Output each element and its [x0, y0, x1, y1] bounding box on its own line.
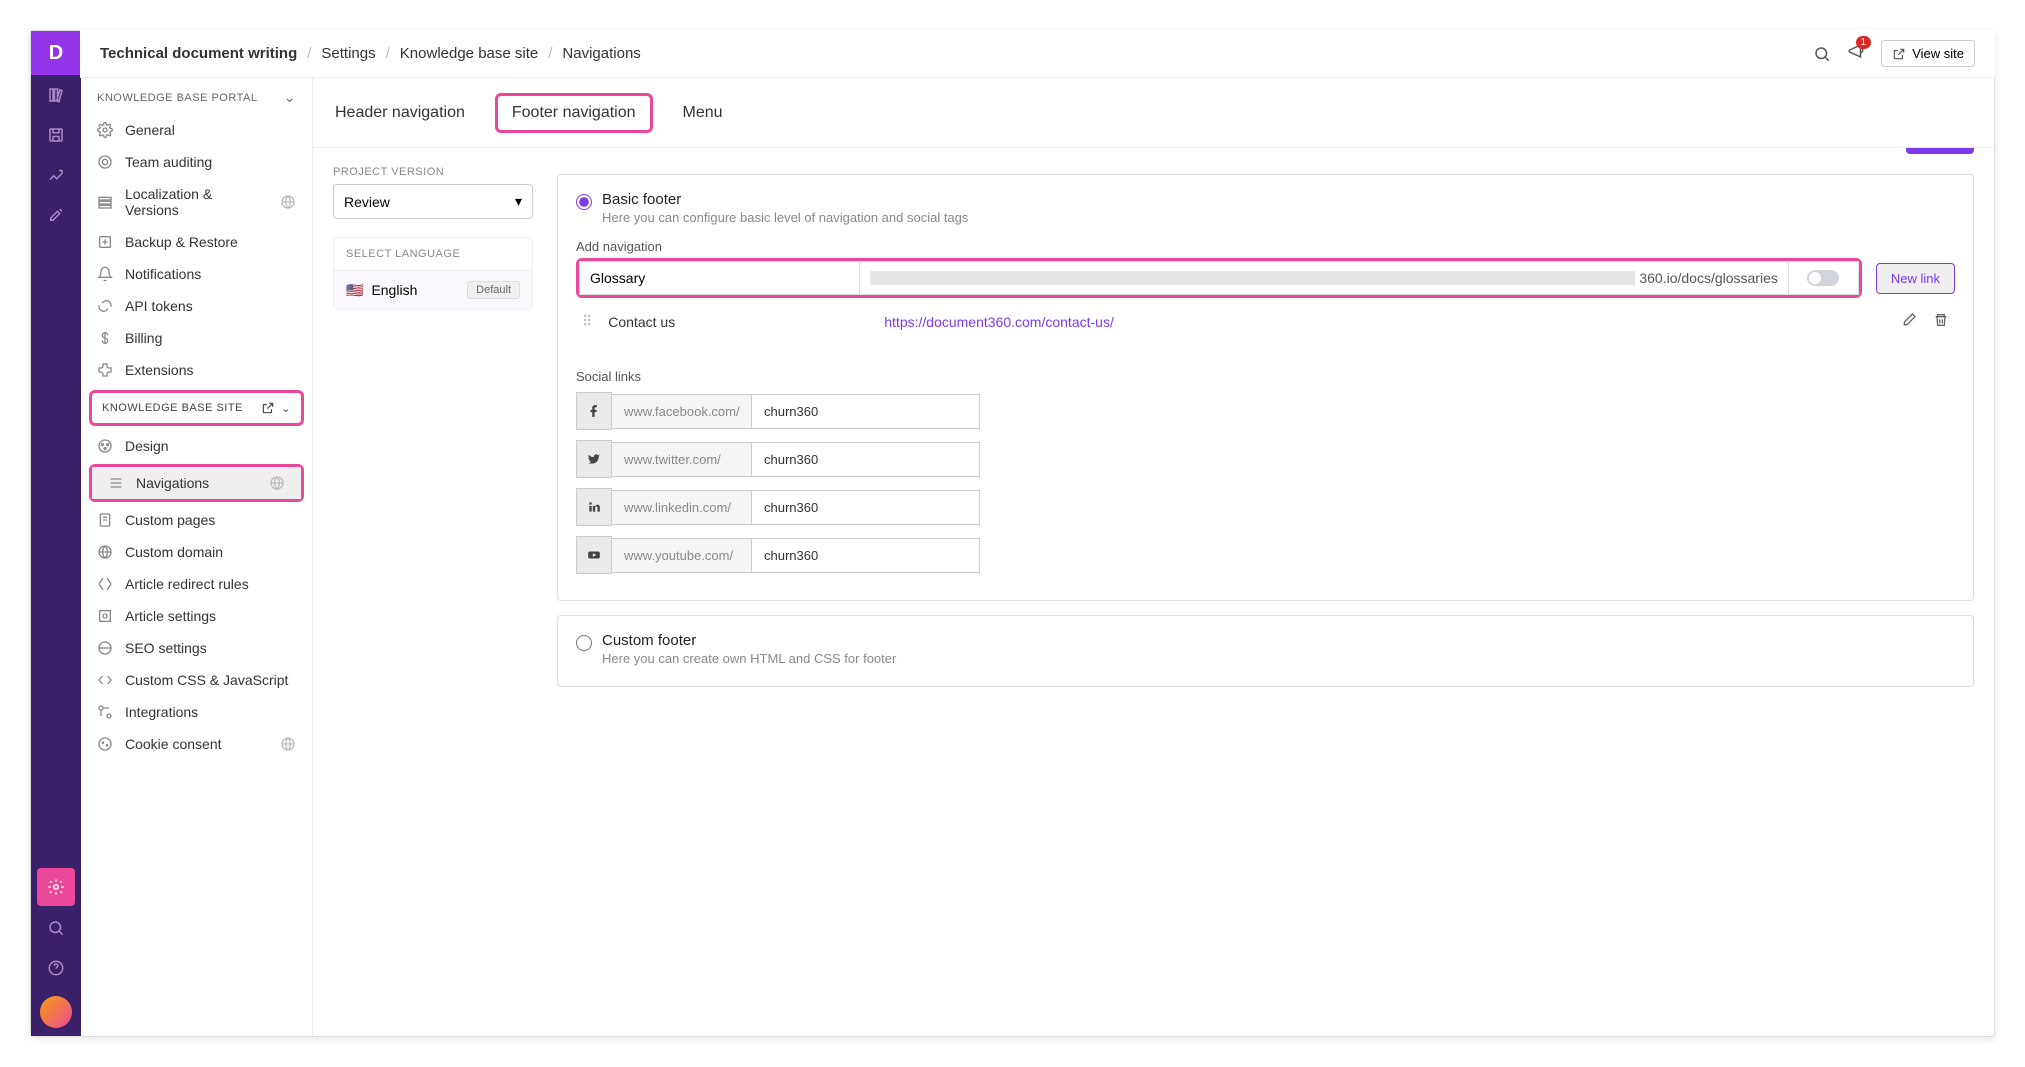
sidebar-item-custom-pages[interactable]: Custom pages — [81, 504, 312, 536]
chevron-down-icon: ⌄ — [284, 89, 296, 106]
app-rail: D — [31, 31, 81, 1036]
breadcrumb-item[interactable]: Knowledge base site — [400, 45, 538, 62]
settings-icon[interactable] — [37, 868, 75, 906]
breadcrumb-item[interactable]: Navigations — [562, 45, 640, 62]
tabs: Header navigation Footer navigation Menu — [313, 79, 1994, 148]
main-content: Header navigation Footer navigation Menu… — [313, 31, 1994, 1036]
sidebar-item-billing[interactable]: Billing — [81, 322, 312, 354]
save-button[interactable]: Save — [1906, 148, 1974, 154]
nav-toggle[interactable] — [1807, 270, 1839, 286]
delete-icon[interactable] — [1933, 312, 1949, 331]
tab-menu[interactable]: Menu — [681, 100, 725, 126]
flag-icon: 🇺🇸 — [346, 282, 363, 299]
twitter-icon — [576, 440, 612, 478]
globe-icon — [280, 736, 296, 752]
social-input[interactable] — [752, 490, 980, 525]
sidebar-item-custom-domain[interactable]: Custom domain — [81, 536, 312, 568]
search-icon[interactable] — [31, 908, 81, 948]
sidebar-item-api-tokens[interactable]: API tokens — [81, 290, 312, 322]
sidebar-item-seo[interactable]: SEO settings — [81, 632, 312, 664]
view-site-button[interactable]: View site — [1881, 40, 1975, 67]
sidebar-item-general[interactable]: General — [81, 114, 312, 146]
tab-footer-nav[interactable]: Footer navigation — [495, 93, 653, 133]
sidebar-item-backup[interactable]: Backup & Restore — [81, 226, 312, 258]
link-name: Contact us — [608, 314, 868, 330]
social-row-youtube: www.youtube.com/ — [576, 536, 1955, 574]
social-row-facebook: www.facebook.com/ — [576, 392, 1955, 430]
external-link-icon — [261, 401, 275, 415]
social-row-twitter: www.twitter.com/ — [576, 440, 1955, 478]
social-base: www.youtube.com/ — [612, 538, 752, 573]
notif-badge: 1 — [1856, 36, 1872, 49]
facebook-icon — [576, 392, 612, 430]
analytics-icon[interactable] — [31, 155, 81, 195]
docs-icon[interactable] — [31, 75, 81, 115]
sidebar-item-cookie-consent[interactable]: Cookie consent — [81, 728, 312, 760]
sidebar-item-navigations[interactable]: Navigations — [92, 467, 301, 499]
social-base: www.linkedin.com/ — [612, 490, 752, 525]
basic-footer-title: Basic footer — [602, 191, 968, 208]
sidebar-item-integrations[interactable]: Integrations — [81, 696, 312, 728]
sidebar-item-notifications[interactable]: Notifications — [81, 258, 312, 290]
social-links-label: Social links — [576, 369, 1955, 384]
chevron-down-icon: ⌄ — [281, 402, 291, 415]
breadcrumb: Technical document writing / Settings / … — [100, 45, 641, 62]
basic-footer-radio[interactable] — [576, 194, 592, 210]
breadcrumb-item[interactable]: Technical document writing — [100, 45, 297, 62]
nav-name-input[interactable] — [590, 270, 849, 286]
link-url: https://document360.com/contact-us/ — [884, 314, 1885, 330]
section-header-kb-site[interactable]: KNOWLEDGE BASE SITE ⌄ — [92, 393, 301, 423]
custom-footer-panel: Custom footer Here you can create own HT… — [557, 615, 1974, 687]
social-input[interactable] — [752, 442, 980, 477]
nav-link-row: ⠿ Contact us https://document360.com/con… — [576, 298, 1955, 345]
social-input[interactable] — [752, 394, 980, 429]
linkedin-icon — [576, 488, 612, 526]
language-label: SELECT LANGUAGE — [334, 238, 532, 271]
custom-footer-title: Custom footer — [602, 632, 896, 649]
app-logo[interactable]: D — [31, 31, 81, 75]
social-input[interactable] — [752, 538, 980, 573]
save-icon[interactable] — [31, 115, 81, 155]
topbar: Technical document writing / Settings / … — [80, 30, 1995, 78]
drag-handle-icon[interactable]: ⠿ — [582, 313, 592, 330]
social-base: www.facebook.com/ — [612, 394, 752, 429]
youtube-icon — [576, 536, 612, 574]
sidebar-item-article-settings[interactable]: Article settings — [81, 600, 312, 632]
nav-url-input[interactable]: 360.io/docs/glossaries — [859, 261, 1789, 295]
basic-footer-panel: Basic footer Here you can configure basi… — [557, 174, 1974, 601]
sidebar-item-localization[interactable]: Localization & Versions — [81, 178, 312, 226]
sidebar-item-team-auditing[interactable]: Team auditing — [81, 146, 312, 178]
search-icon[interactable] — [1813, 45, 1831, 63]
social-base: www.twitter.com/ — [612, 442, 752, 477]
breadcrumb-item[interactable]: Settings — [321, 45, 375, 62]
sidebar-item-design[interactable]: Design — [81, 430, 312, 462]
edit-icon[interactable] — [1901, 312, 1917, 331]
sidebar-item-extensions[interactable]: Extensions — [81, 354, 312, 386]
tab-header-nav[interactable]: Header navigation — [333, 100, 467, 126]
globe-icon — [269, 475, 285, 491]
social-row-linkedin: www.linkedin.com/ — [576, 488, 1955, 526]
announcements-icon[interactable]: 1 — [1847, 42, 1865, 65]
nav-edit-row-highlight: 360.io/docs/glossaries — [576, 258, 1862, 298]
avatar[interactable] — [40, 996, 72, 1028]
caret-down-icon: ▾ — [515, 193, 522, 210]
sidebar-item-css-js[interactable]: Custom CSS & JavaScript — [81, 664, 312, 696]
settings-sidebar: KNOWLEDGE BASE PORTAL⌄ General Team audi… — [81, 31, 313, 1036]
language-row[interactable]: 🇺🇸 English Default — [334, 271, 532, 309]
add-navigation-label: Add navigation — [576, 239, 1955, 254]
section-header-portal[interactable]: KNOWLEDGE BASE PORTAL⌄ — [81, 81, 312, 114]
custom-footer-radio[interactable] — [576, 635, 592, 651]
tools-icon[interactable] — [31, 195, 81, 235]
sidebar-item-navigations-highlight: Navigations — [89, 464, 304, 502]
section-header-kb-site-highlight: KNOWLEDGE BASE SITE ⌄ — [89, 390, 304, 426]
basic-footer-desc: Here you can configure basic level of na… — [602, 210, 968, 225]
project-version-label: PROJECT VERSION — [333, 166, 533, 178]
sidebar-item-redirect-rules[interactable]: Article redirect rules — [81, 568, 312, 600]
help-icon[interactable] — [31, 948, 81, 988]
project-version-select[interactable]: Review ▾ — [333, 184, 533, 219]
new-link-button[interactable]: New link — [1876, 263, 1955, 294]
language-box: SELECT LANGUAGE 🇺🇸 English Default — [333, 237, 533, 310]
default-badge: Default — [467, 281, 520, 299]
custom-footer-desc: Here you can create own HTML and CSS for… — [602, 651, 896, 666]
